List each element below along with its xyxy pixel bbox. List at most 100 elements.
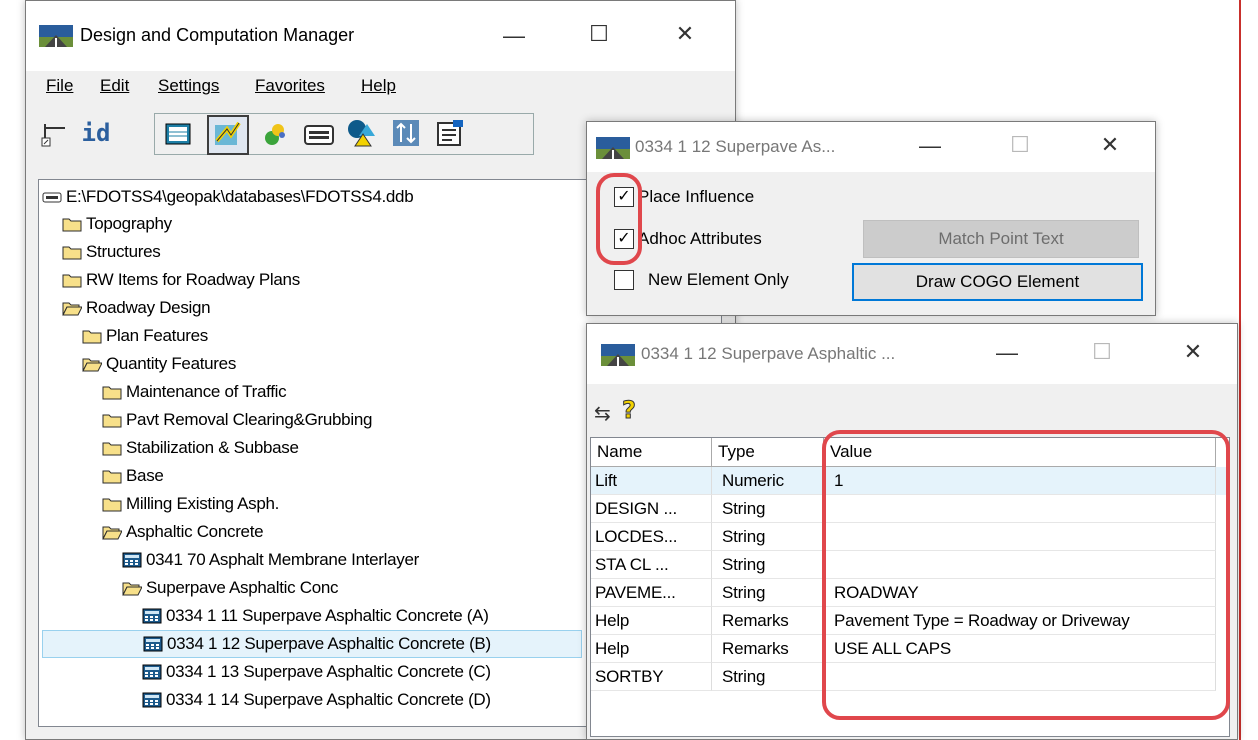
cell-value[interactable]	[824, 663, 1216, 691]
calculator-icon	[122, 552, 142, 568]
column-header-type[interactable]: Type	[712, 438, 824, 467]
tree-item-plan-features[interactable]: Plan Features	[82, 322, 208, 350]
folder-icon	[102, 442, 122, 456]
tree-item-topography[interactable]: Topography	[62, 210, 172, 238]
cell-name[interactable]: Help	[591, 635, 712, 663]
cell-name[interactable]: Help	[591, 607, 712, 635]
calculator-icon	[142, 608, 162, 624]
place-influence-checkbox[interactable]: ✓	[614, 187, 634, 207]
tree-item-0334-1-11[interactable]: 0334 1 11 Superpave Asphaltic Concrete (…	[142, 602, 489, 630]
tree-item-0334-1-13[interactable]: 0334 1 13 Superpave Asphaltic Concrete (…	[142, 658, 491, 686]
menu-settings[interactable]: Settings	[158, 76, 219, 96]
table-row[interactable]: PAVEME... String ROADWAY	[591, 579, 1229, 607]
table-row[interactable]: Help Remarks Pavement Type = Roadway or …	[591, 607, 1229, 635]
adhoc-attributes-row[interactable]: ✓ Adhoc Attributes	[614, 229, 762, 249]
cell-name[interactable]: DESIGN ...	[591, 495, 712, 523]
cell-name[interactable]: Lift	[591, 467, 712, 495]
place-dialog-title: 0334 1 12 Superpave As...	[635, 137, 836, 156]
tree-item-0341-70[interactable]: 0341 70 Asphalt Membrane Interlayer	[122, 546, 419, 574]
cell-value[interactable]	[824, 551, 1216, 579]
table-view-icon[interactable]	[160, 117, 196, 153]
draw-cogo-element-button[interactable]: Draw COGO Element	[852, 263, 1143, 301]
dimension-tool-icon[interactable]	[388, 115, 424, 151]
column-header-name[interactable]: Name	[591, 438, 712, 467]
menu-favorites[interactable]: Favorites	[255, 76, 325, 96]
tree-item-superpave-asphaltic-conc[interactable]: Superpave Asphaltic Conc	[122, 574, 339, 602]
point-tool-icon[interactable]	[257, 117, 293, 153]
menu-help[interactable]: Help	[361, 76, 396, 96]
tree-item-milling[interactable]: Milling Existing Asph.	[102, 490, 279, 518]
table-row[interactable]: DESIGN ... String	[591, 495, 1229, 523]
new-element-only-row[interactable]: New Element Only	[614, 270, 789, 290]
pin-tool-icon[interactable]	[36, 115, 72, 151]
properties-icon[interactable]	[432, 115, 468, 151]
tree-item-rw-items[interactable]: RW Items for Roadway Plans	[62, 266, 300, 294]
minimize-button[interactable]: —	[907, 133, 953, 159]
minimize-button[interactable]: —	[984, 340, 1030, 366]
place-influence-row[interactable]: ✓ Place Influence	[614, 187, 754, 207]
folder-icon	[102, 498, 122, 512]
cell-value[interactable]: Pavement Type = Roadway or Driveway	[824, 607, 1216, 635]
tree-item-asphaltic-concrete[interactable]: Asphaltic Concrete	[102, 518, 264, 546]
shapes-tool-icon[interactable]	[343, 115, 379, 151]
keyboard-icon[interactable]	[301, 117, 337, 153]
cell-type: String	[712, 579, 824, 607]
cell-value[interactable]: ROADWAY	[824, 579, 1216, 607]
app-logo-icon	[596, 137, 630, 159]
cell-value[interactable]	[824, 523, 1216, 551]
cell-type: Remarks	[712, 607, 824, 635]
cell-value[interactable]	[824, 495, 1216, 523]
calculator-icon	[143, 636, 163, 652]
app-logo-icon	[39, 25, 73, 47]
table-row[interactable]: Help Remarks USE ALL CAPS	[591, 635, 1229, 663]
cell-value[interactable]: 1	[824, 467, 1216, 495]
check-icon: ✓	[617, 188, 631, 205]
tree-root[interactable]: E:\FDOTSS4\geopak\databases\FDOTSS4.ddb	[42, 183, 414, 211]
tree-item-maintenance-of-traffic[interactable]: Maintenance of Traffic	[102, 378, 287, 406]
cell-value[interactable]: USE ALL CAPS	[824, 635, 1216, 663]
help-icon[interactable]: ?	[619, 396, 643, 427]
tree-item-quantity-features[interactable]: Quantity Features	[82, 350, 236, 378]
attributes-dialog-title-bar[interactable]: 0334 1 12 Superpave Asphaltic ... — ☐ ✕	[587, 324, 1237, 384]
cell-name[interactable]: LOCDES...	[591, 523, 712, 551]
maximize-button[interactable]: ☐	[576, 21, 622, 47]
menu-file[interactable]: File	[46, 76, 73, 96]
tree-item-base[interactable]: Base	[102, 462, 164, 490]
cell-type: String	[712, 663, 824, 691]
tree-item-0334-1-14[interactable]: 0334 1 14 Superpave Asphaltic Concrete (…	[142, 686, 491, 714]
id-tool-button[interactable]: id	[74, 115, 118, 151]
design-mode-icon[interactable]	[207, 115, 249, 155]
close-button[interactable]: ✕	[662, 21, 708, 47]
table-row[interactable]: STA CL ... String	[591, 551, 1229, 579]
tree-item-roadway-design[interactable]: Roadway Design	[62, 294, 211, 322]
match-point-text-button[interactable]: Match Point Text	[863, 220, 1139, 258]
close-button[interactable]: ✕	[1087, 132, 1133, 158]
table-row[interactable]: SORTBY String	[591, 663, 1229, 691]
cell-name[interactable]: STA CL ...	[591, 551, 712, 579]
cell-name[interactable]: PAVEME...	[591, 579, 712, 607]
refresh-icon[interactable]: ⇆	[594, 401, 611, 426]
menu-bar: File Edit Settings Favorites Help	[26, 73, 735, 99]
app-logo-icon	[601, 344, 635, 366]
table-row[interactable]: Lift Numeric 1	[591, 467, 1229, 495]
column-header-value[interactable]: Value	[824, 438, 1216, 467]
folder-icon	[62, 218, 82, 232]
attributes-grid[interactable]: Name Type Value Lift Numeric 1 DESIGN ..…	[590, 437, 1230, 737]
folder-icon	[102, 470, 122, 484]
new-element-only-checkbox[interactable]	[614, 270, 634, 290]
tree-item-0334-1-12-selected[interactable]: 0334 1 12 Superpave Asphaltic Concrete (…	[42, 630, 582, 658]
cell-name[interactable]: SORTBY	[591, 663, 712, 691]
cell-type: Numeric	[712, 467, 824, 495]
tree-item-structures[interactable]: Structures	[62, 238, 161, 266]
tree-item-stabilization[interactable]: Stabilization & Subbase	[102, 434, 299, 462]
maximize-button: ☐	[1010, 132, 1030, 157]
minimize-button[interactable]: —	[491, 23, 537, 49]
menu-edit[interactable]: Edit	[100, 76, 129, 96]
place-dialog-title-bar[interactable]: 0334 1 12 Superpave As... — ☐ ✕	[587, 122, 1155, 172]
title-bar[interactable]: Design and Computation Manager — ☐ ✕	[26, 1, 735, 71]
table-row[interactable]: LOCDES... String	[591, 523, 1229, 551]
background-window-edge	[1239, 0, 1258, 740]
adhoc-attributes-checkbox[interactable]: ✓	[614, 229, 634, 249]
tree-item-pavt-removal[interactable]: Pavt Removal Clearing&Grubbing	[102, 406, 372, 434]
close-button[interactable]: ✕	[1170, 339, 1216, 365]
